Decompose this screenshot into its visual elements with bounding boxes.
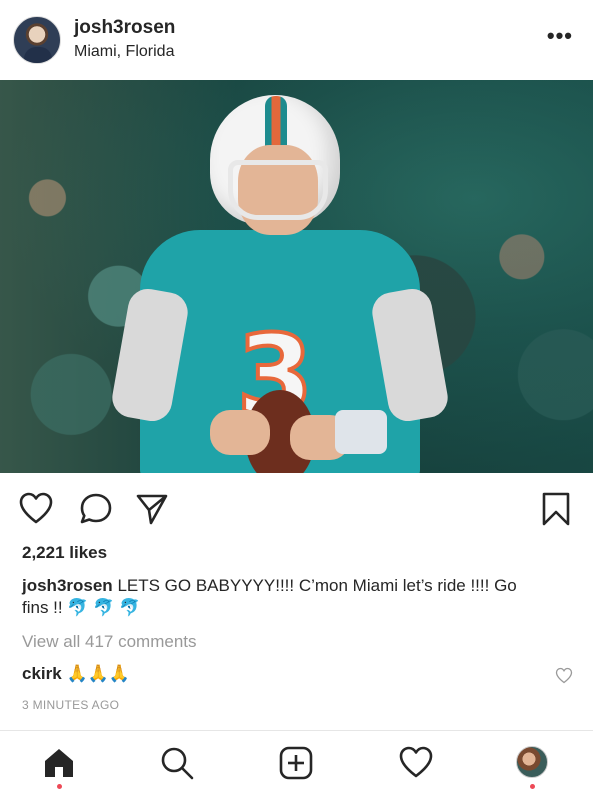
profile-notification-dot — [530, 784, 535, 789]
home-icon[interactable] — [41, 745, 77, 781]
comment-icon[interactable] — [78, 491, 114, 527]
football-player: 3 — [109, 90, 451, 473]
post-username[interactable]: josh3rosen — [74, 17, 175, 39]
caption-username[interactable]: josh3rosen — [22, 576, 113, 595]
post-location[interactable]: Miami, Florida — [74, 43, 174, 61]
left-hand — [210, 410, 270, 455]
caption: josh3rosen LETS GO BABYYYY!!!! C’mon Mia… — [22, 575, 542, 619]
post-photo[interactable]: 3 — [0, 80, 593, 473]
search-icon[interactable] — [159, 745, 195, 781]
likes-count[interactable]: 2,221 likes — [22, 543, 107, 563]
more-options-icon[interactable]: ••• — [547, 25, 573, 47]
post-timestamp: 3 MINUTES AGO — [22, 698, 120, 712]
home-notification-dot — [57, 784, 62, 789]
bookmark-icon[interactable] — [538, 491, 574, 527]
post-header: josh3rosen Miami, Florida ••• — [0, 0, 593, 80]
add-post-icon[interactable] — [278, 745, 314, 781]
share-icon[interactable] — [134, 491, 170, 527]
comment-username[interactable]: ckirk — [22, 664, 62, 683]
action-bar — [0, 473, 593, 543]
profile-avatar[interactable] — [13, 16, 61, 64]
bottom-navigation — [0, 730, 593, 795]
profile-tab-avatar[interactable] — [516, 746, 548, 778]
comment: ckirk 🙏🙏🙏 — [22, 664, 130, 684]
wristband — [335, 410, 387, 454]
facemask — [228, 160, 328, 220]
comment-like-icon[interactable] — [555, 667, 573, 685]
activity-heart-icon[interactable] — [398, 745, 434, 781]
heart-icon[interactable] — [18, 491, 54, 527]
comment-text: 🙏🙏🙏 — [66, 664, 130, 683]
view-all-comments-link[interactable]: View all 417 comments — [22, 632, 197, 652]
